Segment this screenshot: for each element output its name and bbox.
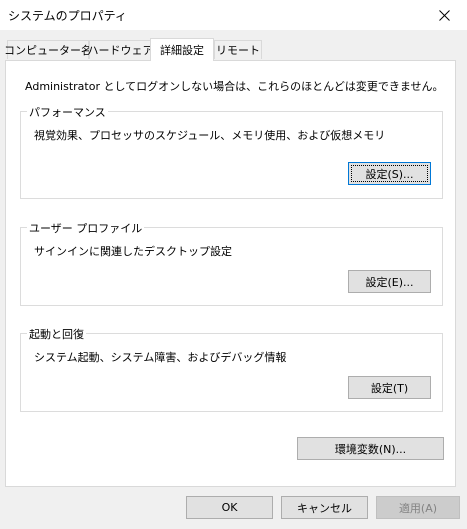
window-title: システムのプロパティ — [8, 9, 127, 23]
apply-button[interactable]: 適用(A) — [376, 496, 460, 519]
startup-recovery-settings-button[interactable]: 設定(T) — [348, 376, 431, 399]
group-title-performance: パフォーマンス — [27, 104, 108, 120]
group-performance: パフォーマンス 視覚効果、プロセッサのスケジュール、メモリ使用、および仮想メモリ — [20, 104, 443, 199]
close-button[interactable] — [421, 0, 467, 30]
environment-variables-button[interactable]: 環境変数(N)... — [297, 437, 444, 460]
startup-recovery-description: システム起動、システム障害、およびデバッグ情報 — [34, 351, 287, 364]
cancel-button[interactable]: キャンセル — [281, 496, 368, 519]
user-profiles-settings-button[interactable]: 設定(E)... — [348, 270, 431, 293]
ok-button[interactable]: OK — [186, 496, 273, 519]
performance-settings-button[interactable]: 設定(S)... — [348, 162, 431, 185]
close-icon — [438, 9, 450, 21]
group-title-startup-recovery: 起動と回復 — [27, 326, 86, 342]
user-profiles-description: サインインに関連したデスクトップ設定 — [34, 245, 232, 258]
tab-remote[interactable]: リモート — [214, 40, 262, 59]
performance-description: 視覚効果、プロセッサのスケジュール、メモリ使用、および仮想メモリ — [34, 129, 386, 142]
title-bar: システムのプロパティ — [0, 0, 467, 30]
admin-notice: Administrator としてログオンしない場合は、これらのほとんどは変更で… — [25, 80, 444, 93]
group-title-user-profiles: ユーザー プロファイル — [27, 220, 145, 236]
group-user-profiles: ユーザー プロファイル サインインに関連したデスクトップ設定 — [20, 220, 443, 306]
tab-hardware[interactable]: ハードウェア — [88, 40, 154, 59]
group-startup-recovery: 起動と回復 システム起動、システム障害、およびデバッグ情報 — [20, 326, 443, 412]
tab-computer-name[interactable]: コンピューター名 — [4, 40, 92, 59]
tab-advanced[interactable]: 詳細設定 — [150, 38, 214, 61]
